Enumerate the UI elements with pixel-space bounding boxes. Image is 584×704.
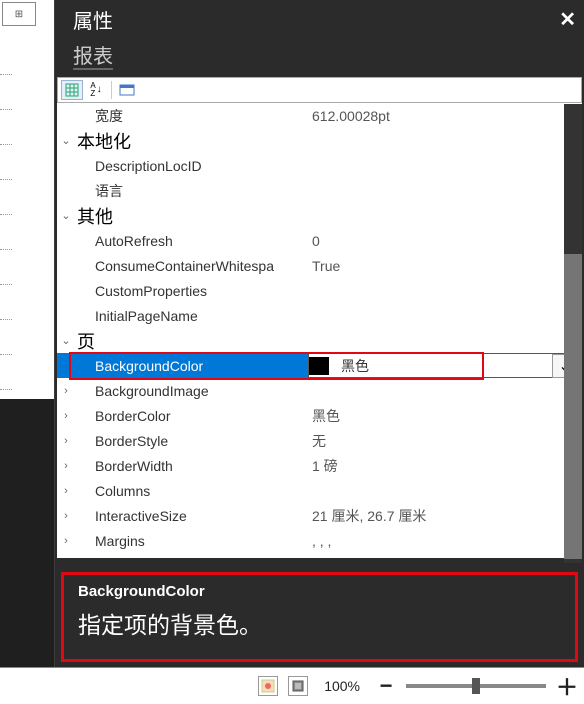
property-label: DescriptionLocID	[93, 158, 308, 174]
zoom-in-button[interactable]: ＋	[556, 670, 576, 702]
property-value[interactable]: 无	[308, 431, 582, 451]
panel-title: 属性	[73, 5, 113, 34]
status-icon-2[interactable]	[288, 676, 308, 696]
expand-toggle[interactable]: ›	[57, 460, 75, 472]
expand-toggle[interactable]: ⌄	[57, 134, 75, 147]
help-property-name: BackgroundColor	[78, 583, 561, 600]
expand-toggle[interactable]: ⌄	[57, 334, 75, 347]
expand-toggle[interactable]: ›	[57, 435, 75, 447]
property-label: 语言	[93, 181, 308, 201]
property-label: BorderColor	[93, 408, 308, 424]
property-label: InitialPageName	[93, 308, 308, 324]
selected-object-name[interactable]: 报表	[55, 38, 584, 73]
document-gutter: ⊞	[0, 0, 54, 667]
property-row[interactable]: InitialPageName	[57, 303, 582, 328]
property-label: BorderStyle	[93, 433, 308, 449]
ruler-corner: ⊞	[2, 2, 36, 26]
expand-toggle[interactable]: ⌄	[57, 209, 75, 222]
properties-toolbar: AZ ↓	[57, 77, 582, 103]
zoom-slider-thumb[interactable]	[472, 678, 480, 694]
property-row[interactable]: › Margins, , ,	[57, 528, 582, 553]
property-row[interactable]: › BorderColor黑色	[57, 403, 582, 428]
panel-header: 属性 ✕	[55, 0, 584, 38]
property-value[interactable]: True	[308, 258, 582, 274]
property-value[interactable]: 21 厘米, 26.7 厘米	[308, 506, 582, 526]
property-label: 页	[75, 328, 582, 354]
property-row[interactable]: › InteractiveSize21 厘米, 26.7 厘米	[57, 503, 582, 528]
property-help-box: BackgroundColor 指定项的背景色。	[61, 572, 578, 662]
expand-toggle[interactable]: ›	[57, 485, 75, 497]
property-label: AutoRefresh	[93, 233, 308, 249]
property-label: Columns	[93, 483, 308, 499]
category-row[interactable]: ⌄页	[57, 328, 582, 353]
property-row[interactable]: › BorderWidth1 磅	[57, 453, 582, 478]
property-row[interactable]: 语言	[57, 178, 582, 203]
property-label: Margins	[93, 533, 308, 549]
property-row[interactable]: BackgroundColor 黑色	[57, 353, 582, 378]
property-value-editor[interactable]: 黑色	[308, 353, 582, 378]
alphabetical-button[interactable]: AZ ↓	[85, 80, 107, 100]
zoom-level[interactable]: 100%	[324, 678, 360, 694]
property-value[interactable]: , , ,	[308, 533, 582, 549]
gutter-dark	[0, 399, 54, 667]
scrollbar-thumb[interactable]	[564, 254, 582, 559]
properties-panel: 属性 ✕ 报表 AZ ↓ 宽度612.00028pt⌄本地化Descriptio…	[54, 0, 584, 667]
property-label: BackgroundImage	[93, 383, 308, 399]
category-row[interactable]: ⌄其他	[57, 203, 582, 228]
status-icon-1[interactable]	[258, 676, 278, 696]
property-pages-button[interactable]	[116, 80, 138, 100]
property-row[interactable]: › BorderStyle无	[57, 428, 582, 453]
property-value[interactable]: 1 磅	[308, 456, 582, 476]
property-row[interactable]: › BackgroundImage	[57, 378, 582, 403]
property-label: 宽度	[93, 106, 308, 126]
expand-toggle[interactable]: ›	[57, 410, 75, 422]
property-row[interactable]: 宽度612.00028pt	[57, 103, 582, 128]
property-label: BackgroundColor	[93, 358, 308, 374]
property-value: 黑色	[337, 356, 581, 376]
property-row[interactable]: ConsumeContainerWhitespaTrue	[57, 253, 582, 278]
property-row[interactable]: › Columns	[57, 478, 582, 503]
expand-toggle[interactable]: ›	[57, 510, 75, 522]
help-property-desc: 指定项的背景色。	[78, 606, 561, 640]
property-label: CustomProperties	[93, 283, 308, 299]
property-row[interactable]: AutoRefresh0	[57, 228, 582, 253]
zoom-slider[interactable]	[406, 684, 546, 688]
property-row[interactable]: CustomProperties	[57, 278, 582, 303]
category-row[interactable]: ⌄本地化	[57, 128, 582, 153]
property-label: InteractiveSize	[93, 508, 308, 524]
color-swatch	[309, 357, 329, 375]
property-label: 其他	[75, 203, 582, 229]
zoom-out-button[interactable]: −	[376, 673, 396, 699]
property-value[interactable]: 0	[308, 233, 582, 249]
status-bar: 100% − ＋	[0, 667, 584, 704]
property-value[interactable]: 黑色	[308, 406, 582, 426]
expand-toggle[interactable]: ›	[57, 385, 75, 397]
categorized-button[interactable]	[61, 80, 83, 100]
grid-scrollbar[interactable]	[564, 104, 582, 563]
property-grid[interactable]: 宽度612.00028pt⌄本地化DescriptionLocID语言⌄其他Au…	[57, 103, 582, 558]
property-label: 本地化	[75, 128, 582, 154]
property-label: BorderWidth	[93, 458, 308, 474]
close-icon[interactable]: ✕	[559, 7, 576, 32]
property-value[interactable]: 612.00028pt	[308, 108, 582, 124]
property-row[interactable]: DescriptionLocID	[57, 153, 582, 178]
expand-toggle[interactable]: ›	[57, 535, 75, 547]
property-label: ConsumeContainerWhitespa	[93, 258, 308, 274]
